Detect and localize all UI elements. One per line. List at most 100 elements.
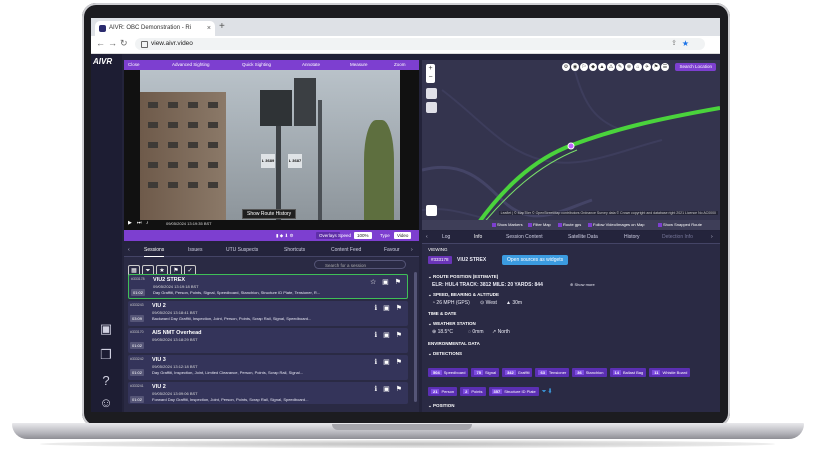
annotate-button[interactable]: Annotate xyxy=(302,60,320,70)
session-actions[interactable]: ℹ ▣ ⚑ xyxy=(375,358,404,366)
layers-icon[interactable]: ❐ xyxy=(97,346,115,364)
show-snapped-route-checkbox[interactable]: Show Snapped Route xyxy=(658,222,702,227)
tab-content-feed[interactable]: Content Feed xyxy=(331,244,361,256)
detection-chip[interactable]: 342 Graffiti xyxy=(502,368,533,377)
share-icon[interactable]: ⇪ xyxy=(671,38,677,50)
open-sources-button[interactable]: Open sources as widgets xyxy=(502,255,569,265)
session-actions[interactable]: ℹ ▣ ⚑ xyxy=(375,331,404,339)
detections-header[interactable]: ⌄ DETECTIONS xyxy=(428,351,462,357)
session-actions[interactable]: ℹ ▣ ⚑ xyxy=(375,385,404,393)
zoom-out-button[interactable]: − xyxy=(428,74,432,81)
map-tool-icon[interactable]: ⚐ xyxy=(580,63,589,71)
forward-icon[interactable]: → xyxy=(108,38,117,48)
map-tool-icon[interactable]: ☰ xyxy=(661,63,670,71)
map-tool-icon[interactable]: ⊕ xyxy=(625,63,634,71)
show-route-history-button[interactable]: Show Route History xyxy=(242,209,297,219)
map-tool-icon[interactable]: ◆ xyxy=(589,63,598,71)
advanced-sighting-button[interactable]: Advanced Sighting xyxy=(172,60,210,70)
type-select[interactable]: Video xyxy=(394,232,412,239)
session-actions[interactable]: ☆ ▣ ⚑ xyxy=(370,278,403,286)
tab-utu-suspects[interactable]: UTU Suspects xyxy=(226,244,258,256)
map-tool-icon[interactable]: ⚑ xyxy=(652,63,661,71)
browser-tab[interactable]: AIVR: OBC Demonstration - Ri × xyxy=(95,21,215,36)
map-tool-icon[interactable]: ◉ xyxy=(571,63,580,71)
weather-header[interactable]: ⌄ WEATHER STATION xyxy=(428,321,476,327)
detection-chip[interactable]: 357 Structure ID Plate xyxy=(488,387,539,396)
playback-icons[interactable]: ▮ ◆ ⬇ ⚙ xyxy=(276,232,294,239)
detection-chip[interactable]: 11 Whistle Board xyxy=(649,368,691,377)
session-search-input[interactable]: Search for a session xyxy=(314,260,406,269)
gallery-icon[interactable]: ▣ xyxy=(97,320,115,338)
tab-favourites[interactable]: Favour xyxy=(384,244,400,256)
route-position-header[interactable]: ⌄ ROUTE POSITION (ESTIMATE) xyxy=(428,274,498,280)
map-tool-icon[interactable]: ⚙ xyxy=(562,63,571,71)
play-icon[interactable]: ▶ xyxy=(128,220,132,226)
quick-sighting-button[interactable]: Quick Sighting xyxy=(242,60,271,70)
detection-chip[interactable]: 504 Speedboard xyxy=(428,368,469,377)
detections-filter-icon[interactable]: ⏷ ⬇ xyxy=(542,389,552,395)
show-more-link[interactable]: ⊕ Show more xyxy=(570,282,595,287)
overlays-button[interactable]: Overlays xyxy=(316,232,340,239)
session-actions[interactable]: ℹ ▣ ⚑ xyxy=(375,304,404,312)
map-tool-icon[interactable]: ⚠ xyxy=(607,63,616,71)
zoom-in-button[interactable]: + xyxy=(428,65,432,72)
session-row[interactable]: #333178 VIU2 STREX 09/05/2024 13:19:18 B… xyxy=(128,274,408,299)
tab-session-content[interactable]: Session Content xyxy=(506,231,543,243)
map-layer-icon[interactable] xyxy=(426,88,437,99)
back-icon[interactable]: ← xyxy=(96,38,105,48)
map-tool-icon[interactable]: ▲ xyxy=(598,63,607,71)
tab-issues[interactable]: Issues xyxy=(188,244,202,256)
help-icon[interactable]: ? xyxy=(97,372,115,390)
detection-chip[interactable]: 36 Stanchion xyxy=(572,368,607,377)
show-markers-checkbox[interactable]: Show Markers xyxy=(492,222,523,227)
route-gps-checkbox[interactable]: Route gps xyxy=(558,222,581,227)
session-row[interactable]: #333170 AIS NMT Overhead 09/05/2024 13:1… xyxy=(128,328,408,353)
session-row[interactable]: #333242 VIU 3 09/05/2024 13:12:18 BST Da… xyxy=(128,355,408,380)
session-row[interactable]: #333241 VIU 2 09/05/2024 13:09:06 BST Fo… xyxy=(128,382,408,404)
tabs-next-icon[interactable]: › xyxy=(711,231,713,243)
new-tab-button[interactable]: + xyxy=(219,21,225,32)
user-icon[interactable]: ☺ xyxy=(97,394,115,412)
tab-shortcuts[interactable]: Shortcuts xyxy=(284,244,305,256)
tab-sessions[interactable]: Sessions xyxy=(144,244,165,257)
url-field[interactable]: view.aivr.video ⇪ ★ xyxy=(135,38,705,50)
tabs-prev-icon[interactable]: ‹ xyxy=(426,231,428,243)
map-view[interactable]: + − ⚙ ◉ ⚐ ◆ ▲ ⚠ ✎ ⊕ ⌂ ✈ ⚑ ☰ Search Location Leaflet … xyxy=(422,60,720,230)
speed-header[interactable]: ⌄ SPEED, BEARING & ALTITUDE xyxy=(428,292,499,298)
volume-icon[interactable]: ♪ xyxy=(146,220,149,226)
search-location-button[interactable]: Search Location xyxy=(675,63,716,71)
tab-close-icon[interactable]: × xyxy=(207,21,211,36)
tabs-next-icon[interactable]: › xyxy=(411,244,413,256)
video-player[interactable]: L 3689 L 3687 Show Route History 09/05/2… xyxy=(124,70,419,230)
tab-detection-info[interactable]: Detection Info xyxy=(662,231,693,243)
bookmark-star-icon[interactable]: ★ xyxy=(682,38,689,50)
tab-history[interactable]: History xyxy=(624,231,640,243)
tab-log[interactable]: Log xyxy=(442,231,450,243)
time-date-header[interactable]: TIME & DATE xyxy=(428,311,456,316)
next-icon[interactable]: ⏭ xyxy=(137,220,142,226)
map-tool-icon[interactable]: ✎ xyxy=(616,63,625,71)
speed-select[interactable]: 100% xyxy=(354,232,372,239)
close-button[interactable]: Close xyxy=(128,60,140,70)
environmental-header[interactable]: ENVIRONMENTAL DATA xyxy=(428,341,480,346)
detection-chip[interactable]: 2 Points xyxy=(460,387,486,396)
tab-satellite-data[interactable]: Satellite Data xyxy=(568,231,598,243)
map-style-icon[interactable] xyxy=(426,102,437,113)
filter-map-checkbox[interactable]: Filter Map xyxy=(528,222,551,227)
detection-chip[interactable]: 21 Person xyxy=(428,387,458,396)
reload-icon[interactable]: ↻ xyxy=(120,38,128,49)
follow-video-checkbox[interactable]: Follow Video/Images on Map xyxy=(588,222,645,227)
map-tool-icon[interactable]: ✈ xyxy=(643,63,652,71)
map-tool-icon[interactable]: ⌂ xyxy=(634,63,643,71)
sessions-scrollbar[interactable] xyxy=(414,272,417,402)
detection-chip[interactable]: 14 Ballast Bag xyxy=(609,368,647,377)
zoom-control[interactable]: + − xyxy=(426,64,435,83)
tab-info[interactable]: Info xyxy=(474,231,482,243)
session-row[interactable]: #333243 VIU 2 09/05/2024 13:18:41 BST Ba… xyxy=(128,301,408,326)
tabs-prev-icon[interactable]: ‹ xyxy=(128,244,130,256)
zoom-button[interactable]: Zoom xyxy=(394,60,406,70)
detection-chip[interactable]: 63 Tensioner xyxy=(535,368,570,377)
detection-chip[interactable]: 75 Signal xyxy=(471,368,500,377)
position-header[interactable]: ⌄ POSITION xyxy=(428,403,455,409)
compass-icon[interactable] xyxy=(426,205,437,216)
